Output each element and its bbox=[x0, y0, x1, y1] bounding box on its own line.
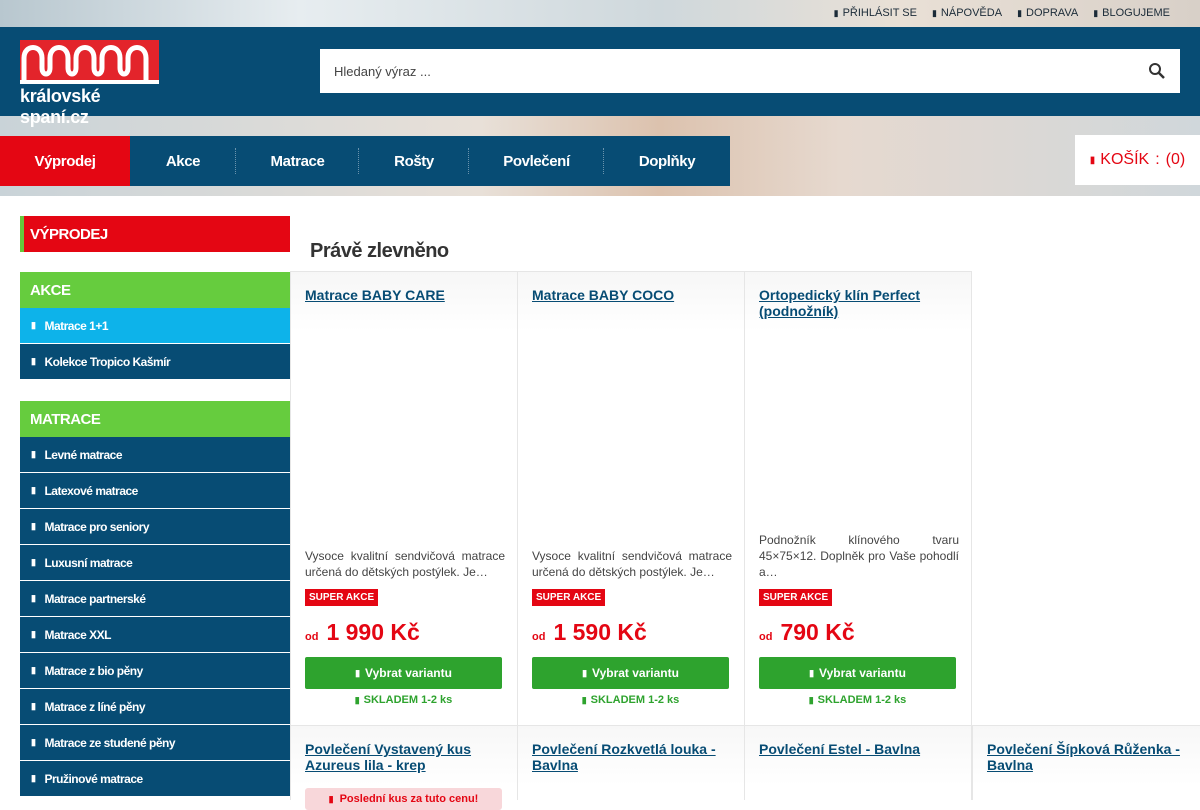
product-card[interactable]: Matrace BABY CARE Vysoce kvalitní sendvi… bbox=[290, 271, 518, 726]
chevron-right-icon: ▮ bbox=[31, 356, 36, 366]
sidebar-item-pruzinove-matrace[interactable]: ▮ Pružinové matrace bbox=[20, 761, 290, 797]
truck-icon: ▮ bbox=[1017, 7, 1023, 18]
super-akce-badge: SUPER AKCE bbox=[532, 589, 606, 606]
product-card[interactable]: Matrace BABY COCO Vysoce kvalitní sendvi… bbox=[517, 271, 745, 726]
cart-count: (0) bbox=[1165, 151, 1186, 168]
last-piece-notice: ▮ Poslední kus za tuto cenu! bbox=[305, 788, 502, 810]
search-icon: ▮ bbox=[355, 667, 361, 678]
section-title: Právě zlevněno bbox=[310, 240, 449, 262]
sidebar-item-matrace-partnerske[interactable]: ▮ Matrace partnerské bbox=[20, 581, 290, 617]
top-links: ▮ PŘIHLÁSIT SE ▮ NÁPOVĚDA ▮ DOPRAVA ▮ BLOGUJ… bbox=[834, 7, 1170, 19]
product-card[interactable]: Ortopedický klín Perfect (podnožník) Pod… bbox=[744, 271, 972, 726]
blog-icon: ▮ bbox=[1093, 7, 1099, 18]
chevron-right-icon: ▮ bbox=[31, 665, 36, 675]
product-description: Vysoce kvalitní sendvičová matrace určen… bbox=[305, 549, 505, 579]
sidebar-item-matrace-studene-peny[interactable]: ▮ Matrace ze studené pěny bbox=[20, 725, 290, 761]
check-icon: ▮ bbox=[808, 695, 814, 705]
cart-icon: ▮ bbox=[1089, 154, 1096, 166]
chevron-right-icon: ▮ bbox=[31, 521, 36, 531]
product-name-link[interactable]: Povlečení Šípková Růženka - Bavlna bbox=[987, 741, 1187, 773]
product-card[interactable]: Povlečení Rozkvetlá louka - Bavlna bbox=[517, 725, 745, 800]
sidebar-category-vyprodej[interactable]: VÝPRODEJ bbox=[20, 216, 290, 252]
sidebar-item-matrace-line-peny[interactable]: ▮ Matrace z líné pěny bbox=[20, 689, 290, 725]
nav-item-doplnky[interactable]: Doplňky bbox=[604, 136, 730, 186]
main-navigation: Výprodej Akce Matrace Rošty Povlečení Do… bbox=[0, 136, 730, 186]
sidebar-item-matrace-pro-seniory[interactable]: ▮ Matrace pro seniory bbox=[20, 509, 290, 545]
chevron-right-icon: ▮ bbox=[31, 737, 36, 747]
nav-item-povleceni[interactable]: Povlečení bbox=[469, 136, 604, 186]
site-logo[interactable]: královské spaní.cz bbox=[20, 40, 159, 127]
product-name-link[interactable]: Povlečení Estel - Bavlna bbox=[759, 741, 964, 757]
header-bar: královské spaní.cz bbox=[0, 27, 1200, 127]
top-link-blog[interactable]: ▮ BLOGUJEME bbox=[1093, 7, 1170, 19]
super-akce-badge: SUPER AKCE bbox=[759, 589, 833, 606]
search-button[interactable] bbox=[1134, 49, 1180, 93]
sidebar-item-levne-matrace[interactable]: ▮ Levné matrace bbox=[20, 437, 290, 473]
chevron-right-icon: ▮ bbox=[31, 701, 36, 711]
product-name-link[interactable]: Matrace BABY COCO bbox=[532, 287, 737, 303]
stock-status: ▮ SKLADEM 1-2 ks bbox=[354, 694, 453, 706]
stock-status: ▮ SKLADEM 1-2 ks bbox=[808, 694, 907, 706]
info-icon: ▮ bbox=[328, 793, 334, 804]
sidebar-item-luxusni-matrace[interactable]: ▮ Luxusní matrace bbox=[20, 545, 290, 581]
search-icon: ▮ bbox=[582, 667, 588, 678]
product-price: od 790 Kč bbox=[759, 619, 855, 645]
choose-variant-button[interactable]: ▮ Vybrat variantu bbox=[532, 657, 729, 689]
product-price: od 1 590 Kč bbox=[532, 619, 647, 645]
help-icon: ▮ bbox=[931, 7, 937, 18]
chevron-right-icon: ▮ bbox=[31, 449, 36, 459]
sidebar-item-matrace-1-1[interactable]: ▮ Matrace 1+1 bbox=[20, 308, 290, 344]
search-icon: ▮ bbox=[809, 667, 815, 678]
sidebar-item-kolekce-tropico[interactable]: ▮ Kolekce Tropico Kašmír bbox=[20, 344, 290, 380]
nav-item-matrace[interactable]: Matrace bbox=[236, 136, 359, 186]
logo-text: královské spaní.cz bbox=[20, 86, 101, 127]
product-name-link[interactable]: Matrace BABY CARE bbox=[305, 287, 510, 303]
top-link-help[interactable]: ▮ NÁPOVĚDA bbox=[932, 7, 1002, 19]
chevron-right-icon: ▮ bbox=[31, 773, 36, 783]
search-box bbox=[320, 49, 1180, 93]
product-card[interactable]: Povlečení Estel - Bavlna bbox=[744, 725, 972, 800]
choose-variant-button[interactable]: ▮ Vybrat variantu bbox=[759, 657, 956, 689]
stock-status: ▮ SKLADEM 1-2 ks bbox=[581, 694, 680, 706]
chevron-right-icon: ▮ bbox=[31, 629, 36, 639]
check-icon: ▮ bbox=[354, 695, 360, 705]
top-link-shipping[interactable]: ▮ DOPRAVA bbox=[1017, 7, 1078, 19]
nav-item-vyprodej[interactable]: Výprodej bbox=[0, 136, 130, 186]
chevron-right-icon: ▮ bbox=[31, 557, 36, 567]
sidebar-category-matrace[interactable]: MATRACE bbox=[20, 401, 290, 437]
sidebar: VÝPRODEJ AKCE ▮ Matrace 1+1 ▮ Kolekce Trop… bbox=[20, 216, 290, 797]
product-price: od 1 990 Kč bbox=[305, 619, 420, 645]
top-bar: ▮ PŘIHLÁSIT SE ▮ NÁPOVĚDA ▮ DOPRAVA ▮ BLOGUJ… bbox=[0, 0, 1200, 27]
search-icon bbox=[1149, 63, 1165, 79]
sidebar-category-akce[interactable]: AKCE bbox=[20, 272, 290, 308]
sidebar-item-matrace-xxl[interactable]: ▮ Matrace XXL bbox=[20, 617, 290, 653]
check-icon: ▮ bbox=[581, 695, 587, 705]
product-name-link[interactable]: Povlečení Vystavený kus Azureus lila - k… bbox=[305, 741, 510, 773]
product-card[interactable]: Povlečení Vystavený kus Azureus lila - k… bbox=[290, 725, 518, 810]
product-name-link[interactable]: Ortopedický klín Perfect (podnožník) bbox=[759, 287, 964, 319]
product-description: Podnožník klínového tvaru 45×75×12. Dopl… bbox=[759, 533, 959, 579]
choose-variant-button[interactable]: ▮ Vybrat variantu bbox=[305, 657, 502, 689]
chevron-right-icon: ▮ bbox=[31, 320, 36, 330]
product-description: Vysoce kvalitní sendvičová matrace určen… bbox=[532, 549, 732, 579]
chevron-right-icon: ▮ bbox=[31, 485, 36, 495]
cart-button[interactable]: ▮ KOŠÍK : (0) bbox=[1075, 135, 1200, 185]
sidebar-item-matrace-bio-peny[interactable]: ▮ Matrace z bio pěny bbox=[20, 653, 290, 689]
sidebar-item-latexove-matrace[interactable]: ▮ Latexové matrace bbox=[20, 473, 290, 509]
chevron-right-icon: ▮ bbox=[31, 593, 36, 603]
product-name-link[interactable]: Povlečení Rozkvetlá louka - Bavlna bbox=[532, 741, 737, 773]
search-input[interactable] bbox=[320, 49, 1134, 93]
nav-item-rosty[interactable]: Rošty bbox=[359, 136, 469, 186]
user-icon: ▮ bbox=[833, 7, 839, 18]
product-card[interactable]: Povlečení Šípková Růženka - Bavlna bbox=[972, 725, 1200, 800]
logo-mark-icon bbox=[20, 40, 159, 84]
top-link-login[interactable]: ▮ PŘIHLÁSIT SE bbox=[834, 7, 917, 19]
super-akce-badge: SUPER AKCE bbox=[305, 589, 379, 606]
nav-item-akce[interactable]: Akce bbox=[130, 136, 236, 186]
